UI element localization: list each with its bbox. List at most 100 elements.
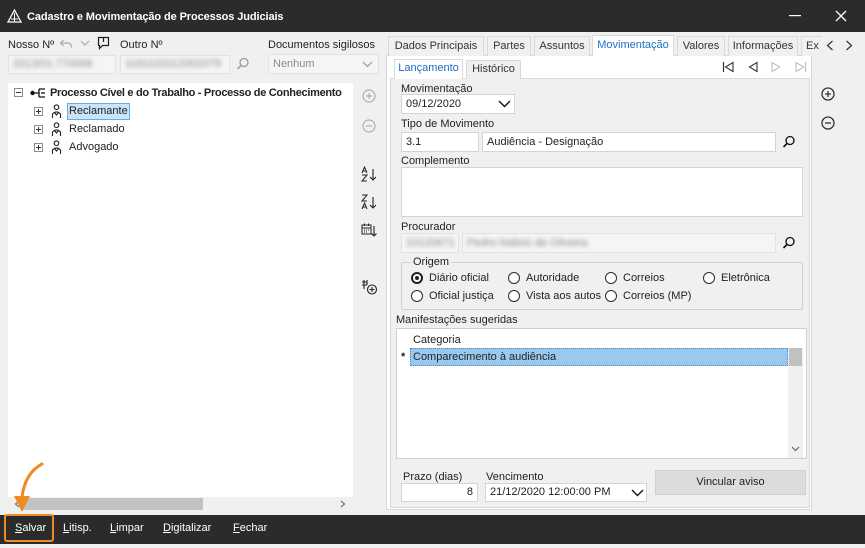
- origem-option-label[interactable]: Diário oficial: [429, 271, 489, 285]
- search-icon[interactable]: [782, 236, 796, 250]
- horizontal-scrollbar[interactable]: [8, 497, 353, 511]
- origem-option-label[interactable]: Autoridade: [526, 271, 579, 285]
- close-button[interactable]: [828, 6, 854, 26]
- prev-record-icon[interactable]: [747, 61, 759, 73]
- subtab-historico[interactable]: Histórico: [466, 60, 521, 79]
- origem-radio-correios[interactable]: [605, 272, 617, 284]
- origem-option-label[interactable]: Oficial justiça: [429, 289, 494, 303]
- tab-scroll-left-icon[interactable]: [826, 40, 834, 51]
- nosso-numero-input[interactable]: 2013/01.770006: [8, 55, 116, 74]
- tab-partes[interactable]: Partes: [487, 36, 531, 56]
- first-record-icon[interactable]: [722, 61, 734, 73]
- scroll-down-icon[interactable]: [791, 446, 800, 452]
- origem-radio-oficial-justica[interactable]: [411, 290, 423, 302]
- tree-item-advogado[interactable]: Advogado: [67, 139, 121, 156]
- add-circle-icon[interactable]: [821, 87, 835, 101]
- tree-root-label[interactable]: Processo Cível e do Trabalho - Processo …: [50, 86, 342, 100]
- origem-option-label[interactable]: Vista aos autos: [526, 289, 601, 303]
- column-header-categoria[interactable]: Categoria: [413, 333, 461, 347]
- tab-movimentacao[interactable]: Movimentação: [592, 35, 674, 56]
- tipo-movimento-code: 3.1: [406, 136, 422, 148]
- close-icon: [835, 10, 847, 22]
- procurador-label: Procurador: [401, 221, 456, 233]
- tab-dados-principais[interactable]: Dados Principais: [388, 36, 484, 56]
- add-circle-icon[interactable]: [362, 89, 376, 103]
- tipo-movimento-code-input[interactable]: 3.1: [401, 132, 479, 152]
- outro-numero-input[interactable]: 1181102013302079: [120, 55, 230, 74]
- remove-circle-icon[interactable]: [362, 119, 376, 133]
- process-node-icon: [30, 88, 45, 98]
- tree-item-reclamado[interactable]: Reclamado: [67, 121, 127, 138]
- documentos-sigilosos-value: Nenhum: [273, 58, 315, 70]
- window: Cadastro e Movimentação de Processos Jud…: [0, 0, 865, 548]
- scrollbar-thumb[interactable]: [789, 348, 802, 366]
- origem-option-label[interactable]: Correios (MP): [623, 289, 691, 303]
- subtab-lancamento[interactable]: Lançamento: [394, 59, 463, 79]
- origem-radio-eletronica[interactable]: [703, 272, 715, 284]
- sort-az-icon[interactable]: [361, 166, 378, 182]
- complemento-label: Complemento: [401, 155, 470, 167]
- movimentacao-date-value: 09/12/2020: [406, 98, 462, 110]
- expand-toggle[interactable]: [34, 107, 43, 116]
- origem-option-label[interactable]: Correios: [623, 271, 665, 285]
- litisp-button[interactable]: Litisp.: [63, 521, 92, 535]
- tree-item-reclamante[interactable]: Reclamante: [67, 103, 130, 120]
- person-icon: [51, 140, 62, 154]
- sort-za-icon[interactable]: [361, 194, 378, 210]
- minimize-button[interactable]: [782, 6, 808, 26]
- procurador-name-input[interactable]: Pedro Nabrio de Oliveira: [462, 233, 776, 253]
- expand-toggle[interactable]: [34, 125, 43, 134]
- movimentacao-date-select[interactable]: 09/12/2020: [401, 94, 515, 114]
- outro-numero-label: Outro Nº: [120, 39, 163, 51]
- expand-toggle[interactable]: [34, 143, 43, 152]
- last-record-icon[interactable]: [795, 61, 807, 73]
- scrollbar-thumb[interactable]: [22, 498, 203, 510]
- scroll-right-icon[interactable]: [340, 500, 346, 508]
- search-icon[interactable]: [236, 57, 250, 71]
- undo-icon[interactable]: [59, 38, 73, 50]
- tipo-movimento-desc-input[interactable]: Audiência - Designação: [482, 132, 776, 152]
- procurador-code-input[interactable]: 10120671: [401, 233, 459, 253]
- digitalizar-button[interactable]: Digitalizar: [163, 521, 211, 535]
- window-title: Cadastro e Movimentação de Processos Jud…: [27, 11, 284, 23]
- manifestacoes-label: Manifestações sugeridas: [396, 314, 518, 326]
- categoria-cell: Comparecimento à audiência: [413, 351, 557, 363]
- origem-radio-vista-autos[interactable]: [508, 290, 520, 302]
- tab-scroll-right-icon[interactable]: [845, 40, 853, 51]
- limpar-button[interactable]: Limpar: [110, 521, 144, 535]
- tab-valores[interactable]: Valores: [677, 36, 725, 56]
- chevron-down-icon: [631, 489, 644, 497]
- sort-date-icon[interactable]: [361, 222, 378, 238]
- outro-numero-value: 1181102013302079: [125, 58, 222, 70]
- parties-tree[interactable]: Processo Cível e do Trabalho - Processo …: [8, 83, 353, 511]
- origem-option-label[interactable]: Eletrônica: [721, 271, 770, 285]
- tab-ex[interactable]: Ex: [801, 36, 822, 56]
- origem-radio-correios-mp[interactable]: [605, 290, 617, 302]
- search-icon[interactable]: [782, 135, 796, 149]
- remove-circle-icon[interactable]: [821, 116, 835, 130]
- tab-assuntos[interactable]: Assuntos: [534, 36, 590, 56]
- table-row[interactable]: Comparecimento à audiência: [410, 348, 788, 366]
- vertical-scrollbar[interactable]: [788, 348, 803, 458]
- documentos-sigilosos-select[interactable]: Nenhum: [268, 54, 379, 74]
- prazo-input[interactable]: 8: [401, 483, 478, 502]
- vencimento-select[interactable]: 21/12/2020 12:00:00 PM: [485, 483, 647, 502]
- origem-radio-diario-oficial[interactable]: [411, 272, 423, 284]
- annotation-arrow-icon: [14, 462, 44, 512]
- tab-informacoes[interactable]: Informações: [728, 36, 798, 56]
- origem-radio-autoridade[interactable]: [508, 272, 520, 284]
- nosso-numero-label: Nosso Nº: [8, 39, 55, 51]
- prazo-value: 8: [466, 486, 473, 498]
- next-record-icon[interactable]: [770, 61, 782, 73]
- fechar-button[interactable]: Fechar: [233, 521, 267, 535]
- vincular-aviso-button[interactable]: Vincular aviso: [655, 470, 806, 495]
- person-icon: [51, 104, 62, 118]
- add-party-icon[interactable]: [361, 279, 378, 295]
- collapse-toggle[interactable]: [14, 88, 23, 97]
- note-icon[interactable]: [97, 36, 110, 50]
- vencimento-label: Vencimento: [486, 471, 544, 483]
- title-bar[interactable]: Cadastro e Movimentação de Processos Jud…: [0, 0, 865, 32]
- chevron-down-icon: [498, 100, 511, 108]
- chevron-down-icon[interactable]: [80, 40, 90, 47]
- complemento-textarea[interactable]: [401, 167, 803, 217]
